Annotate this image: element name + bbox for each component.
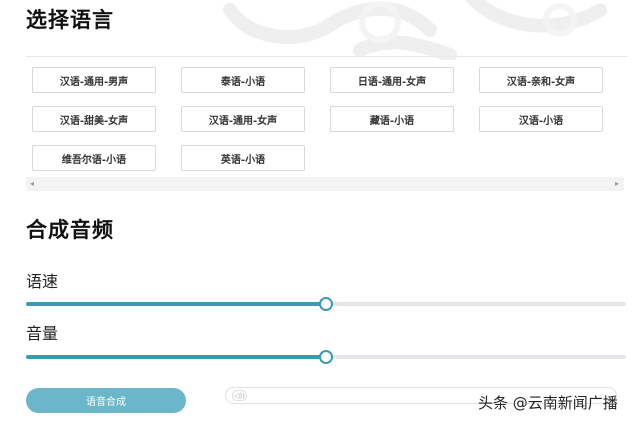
- scroll-right-icon[interactable]: ▸: [615, 179, 619, 188]
- language-option[interactable]: 汉语-通用-女声: [181, 106, 305, 132]
- volume-slider[interactable]: [26, 349, 626, 364]
- select-language-heading: 选择语言: [26, 8, 114, 32]
- language-option[interactable]: 泰语-小语: [181, 67, 305, 93]
- language-option[interactable]: 汉语-甜美-女声: [32, 106, 156, 132]
- volume-label: 音量: [26, 324, 59, 343]
- watermark: 头条 @云南新闻广播: [478, 394, 618, 412]
- volume-slider-fill: [26, 355, 326, 359]
- language-option[interactable]: 英语-小语: [181, 145, 305, 171]
- speed-slider-fill: [26, 302, 326, 306]
- speed-label: 语速: [26, 272, 59, 291]
- language-option[interactable]: 藏语-小语: [330, 106, 454, 132]
- synthesize-button[interactable]: 语音合成: [26, 388, 186, 413]
- speaker-icon[interactable]: ◁)): [232, 390, 247, 401]
- language-option[interactable]: 维吾尔语-小语: [32, 145, 156, 171]
- language-option[interactable]: 汉语-小语: [479, 106, 603, 132]
- language-list-panel: 汉语-通用-男声 泰语-小语 日语-通用-女声 汉语-亲和-女声 汉语-甜美-女声 汉语-…: [26, 56, 628, 190]
- speed-slider-handle[interactable]: [319, 297, 333, 311]
- language-option[interactable]: 汉语-亲和-女声: [479, 67, 603, 93]
- volume-slider-handle[interactable]: [319, 350, 333, 364]
- synthesize-audio-heading: 合成音频: [26, 218, 114, 242]
- language-option[interactable]: 日语-通用-女声: [330, 67, 454, 93]
- scroll-left-icon[interactable]: ◂: [30, 179, 34, 188]
- language-grid: 汉语-通用-男声 泰语-小语 日语-通用-女声 汉语-亲和-女声 汉语-甜美-女声 汉语-…: [32, 67, 603, 171]
- horizontal-scrollbar[interactable]: ◂ ▸: [26, 177, 624, 191]
- speed-slider[interactable]: [26, 296, 626, 311]
- language-option[interactable]: 汉语-通用-男声: [32, 67, 156, 93]
